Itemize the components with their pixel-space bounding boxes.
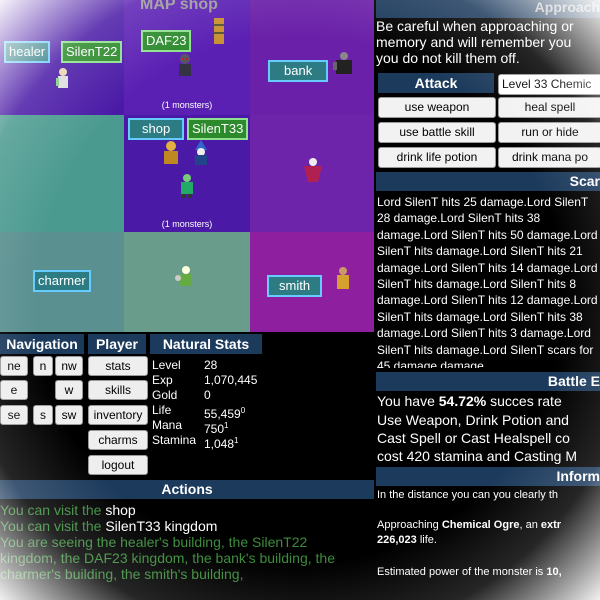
monster-power-value: 10, (546, 566, 562, 578)
monster-name: Chemical Ogre (441, 519, 520, 531)
stat-value-exp: 1,070,445 (204, 373, 258, 387)
stat-value-level: 28 (204, 358, 218, 372)
distance-info-text: In the distance you can you clearly th (377, 489, 558, 501)
actions-log: You can visit the shop You can visit the… (0, 502, 374, 582)
monster-count: (1 monsters) (161, 100, 213, 110)
success-rate-text: You have 54.72% succes rate (377, 393, 562, 409)
battle-info-text: Use Weapon, Drink Potion and Cast Spell … (377, 412, 577, 464)
nav-se-button[interactable]: se (0, 405, 28, 425)
nav-n-button[interactable]: n (33, 356, 53, 376)
approach-header: Approach (376, 0, 600, 18)
vampire-sprite-icon (304, 158, 322, 182)
charmer-npc-sprite-icon (175, 266, 192, 286)
battle-header: Battle E (376, 372, 600, 391)
drink-life-potion-button[interactable]: drink life potion (378, 147, 496, 168)
monster-life-value: 226,023 (377, 534, 417, 546)
heal-spell-button[interactable]: heal spell (498, 97, 600, 118)
map-cell-w[interactable] (0, 115, 124, 232)
healer-sprite-icon (56, 68, 68, 88)
map-cell-ne[interactable] (250, 0, 374, 115)
gold-knight-sprite-icon (164, 141, 178, 164)
nav-s-button[interactable]: s (33, 405, 53, 425)
shop-tag[interactable]: shop (128, 118, 185, 140)
dark-knight-sprite-icon (179, 54, 191, 76)
stat-label-life: Life (152, 403, 172, 417)
smith-npc-sprite-icon (337, 267, 349, 289)
scars-header: Scar (376, 172, 600, 191)
stat-label-stamina: Stamina (152, 433, 197, 447)
stat-bonus-life: 0 (240, 406, 246, 415)
nav-w-button[interactable]: w (55, 380, 83, 400)
silent33-kingdom-link[interactable]: SilenT33 kingdom (105, 518, 217, 534)
stat-label-exp: Exp (152, 373, 173, 387)
natural-stats-header: Natural Stats (150, 334, 262, 354)
charmer-tag[interactable]: charmer (33, 270, 91, 292)
approaching-monster-text: Approaching Chemical Ogre, an extr 226,0… (377, 519, 562, 546)
stat-bonus-stamina: 1 (234, 436, 239, 445)
nav-nw-button[interactable]: nw (55, 356, 83, 376)
player-sprite-icon (181, 174, 193, 198)
silent33-kingdom-tag[interactable]: SilenT33 (187, 118, 249, 140)
player-header: Player (88, 334, 146, 354)
monster-level-select[interactable]: Level 33 Chemic (498, 74, 600, 95)
wizard-sprite-icon (195, 140, 207, 165)
nav-ne-button[interactable]: ne (0, 356, 28, 376)
stat-bonus-mana: 1 (224, 421, 229, 430)
stat-value-stamina: 1,0481 (204, 436, 239, 451)
silent22-kingdom-tag[interactable]: SilenT22 (61, 41, 123, 63)
monster-count: (1 monsters) (161, 219, 213, 229)
combat-log: Lord SilenT hits 25 damage.Lord SilenT 2… (377, 195, 598, 368)
logout-button[interactable]: logout (88, 455, 148, 475)
visit-kingdom-line: You can visit the SilenT33 kingdom (0, 518, 218, 534)
healer-tag[interactable]: healer (4, 41, 51, 63)
charms-button[interactable]: charms (88, 430, 148, 450)
bank-tag[interactable]: bank (268, 60, 329, 82)
seeing-buildings-text: You are seeing the healer's building, th… (0, 534, 335, 582)
stat-value-gold: 0 (204, 388, 211, 402)
nav-sw-button[interactable]: sw (55, 405, 83, 425)
monster-power-text: Estimated power of the monster is 10, (377, 566, 562, 578)
navigation-header: Navigation (0, 334, 84, 354)
use-weapon-button[interactable]: use weapon (378, 97, 496, 118)
attack-header: Attack (378, 73, 494, 93)
skills-button[interactable]: skills (88, 380, 148, 400)
inventory-button[interactable]: inventory (88, 405, 148, 425)
stat-label-gold: Gold (152, 388, 178, 402)
run-or-hide-button[interactable]: run or hide (498, 122, 600, 143)
approach-warning-text: Be careful when approaching or memory an… (376, 18, 574, 66)
drink-mana-potion-button[interactable]: drink mana po (498, 147, 600, 168)
smith-tag[interactable]: smith (267, 275, 323, 297)
bank-npc-sprite-icon (333, 52, 352, 74)
nav-e-button[interactable]: e (0, 380, 28, 400)
information-header: Inform (376, 467, 600, 486)
map-title: MAP shop (140, 0, 218, 13)
natural-stats-table: Level 28 Exp 1,070,445 Gold 0 Life 55,4590 Mana 7… (152, 358, 272, 458)
visit-shop-line: You can visit the shop (0, 502, 136, 518)
daf23-kingdom-tag[interactable]: DAF23 (141, 30, 192, 52)
guard-sprite-icon (214, 18, 224, 44)
shop-link[interactable]: shop (105, 502, 135, 518)
use-battle-skill-button[interactable]: use battle skill (378, 122, 496, 143)
stat-label-mana: Mana (152, 418, 183, 432)
stats-button[interactable]: stats (88, 356, 148, 376)
success-rate-value: 54.72% (438, 393, 487, 409)
stat-label-level: Level (152, 358, 181, 372)
actions-header: Actions (0, 480, 374, 499)
